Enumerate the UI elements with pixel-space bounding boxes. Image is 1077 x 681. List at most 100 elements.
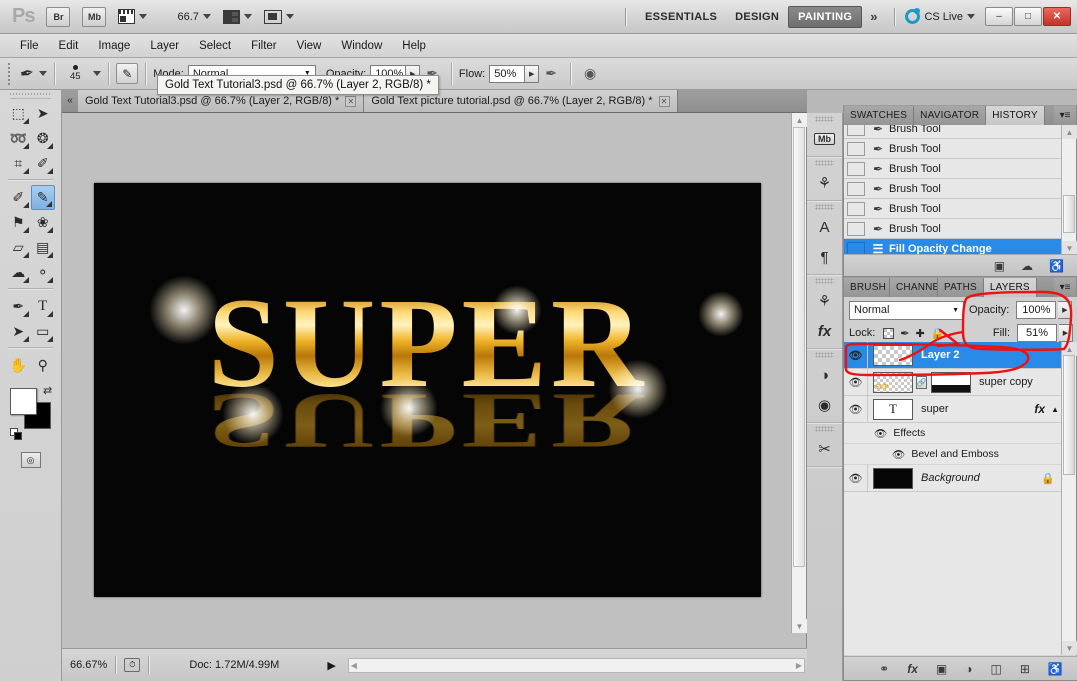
- tool-brush[interactable]: ✎: [30, 185, 55, 210]
- zoom-level-group[interactable]: 66.7: [159, 11, 211, 23]
- tab-channels[interactable]: CHANNE: [890, 278, 938, 297]
- tool-crop[interactable]: ⌗: [6, 151, 31, 176]
- layer-effects-group[interactable]: 👁 Effects: [844, 423, 1063, 444]
- brush-preset-picker[interactable]: 45: [62, 65, 102, 82]
- new-document-from-state-icon[interactable]: ▣: [994, 259, 1005, 273]
- scrollbar-thumb[interactable]: [793, 127, 805, 567]
- canvas-area[interactable]: SUPER SUPER ▲ ▼: [62, 113, 807, 648]
- collapse-panel-icon[interactable]: «: [62, 89, 78, 112]
- tool-history-brush[interactable]: ❀: [31, 210, 56, 235]
- tool-zoom[interactable]: ⚲: [31, 353, 56, 378]
- new-group-icon[interactable]: ◫: [990, 662, 1001, 676]
- color-panel-icon[interactable]: ⚘: [807, 286, 842, 316]
- tool-gradient[interactable]: ▤: [31, 235, 56, 260]
- scroll-down-icon[interactable]: ▼: [1062, 641, 1077, 655]
- tool-path-selection[interactable]: ➤: [6, 319, 31, 344]
- history-state-row[interactable]: ✒ Brush Tool: [844, 179, 1063, 199]
- scroll-up-icon[interactable]: ▲: [1062, 125, 1077, 139]
- mini-bridge-icon[interactable]: Mb: [807, 124, 842, 154]
- tool-marquee[interactable]: ⬚: [6, 101, 31, 126]
- scroll-up-icon[interactable]: ▲: [1062, 342, 1077, 356]
- layers-panel-menu-icon[interactable]: ▾≡: [1054, 278, 1076, 297]
- delete-state-icon[interactable]: ♿: [1049, 259, 1064, 273]
- scroll-down-icon[interactable]: ▼: [1062, 241, 1077, 255]
- layer-opacity-stepper[interactable]: ▶: [1058, 301, 1073, 319]
- maximize-button[interactable]: □: [1014, 7, 1042, 26]
- menu-help[interactable]: Help: [392, 37, 436, 55]
- tool-move[interactable]: ➤: [31, 101, 56, 126]
- cs-live-button[interactable]: CS Live: [905, 8, 975, 24]
- delete-layer-icon[interactable]: ♿: [1048, 662, 1063, 676]
- tool-eyedropper[interactable]: ✐: [31, 151, 56, 176]
- history-snapshot-checkbox[interactable]: [847, 181, 865, 196]
- menu-edit[interactable]: Edit: [49, 37, 89, 55]
- flow-input[interactable]: 50%: [489, 64, 526, 83]
- add-layer-mask-icon[interactable]: ▣: [936, 662, 947, 676]
- lock-transparent-pixels-icon[interactable]: [883, 327, 895, 339]
- history-panel-menu-icon[interactable]: ▾≡: [1054, 106, 1076, 125]
- tool-pen[interactable]: ✒: [6, 294, 31, 319]
- dock-grip[interactable]: [815, 204, 834, 210]
- tool-type[interactable]: T: [31, 294, 56, 319]
- layer-opacity-input[interactable]: 100%: [1016, 301, 1057, 319]
- status-expand-button[interactable]: ▶: [319, 655, 343, 675]
- history-state-row[interactable]: ✒ Brush Tool: [844, 199, 1063, 219]
- menu-window[interactable]: Window: [331, 37, 392, 55]
- toggle-brush-panel-button[interactable]: ✎: [116, 63, 139, 84]
- swap-colors-icon[interactable]: ⇄: [43, 384, 52, 397]
- layer-thumbnail[interactable]: [873, 371, 913, 393]
- layer-thumbnail[interactable]: [873, 467, 913, 489]
- screen-mode-group[interactable]: [263, 9, 294, 24]
- history-snapshot-checkbox[interactable]: [847, 241, 865, 255]
- minimize-button[interactable]: –: [985, 7, 1013, 26]
- effect-visibility-icon[interactable]: 👁: [892, 448, 905, 461]
- menu-layer[interactable]: Layer: [140, 37, 189, 55]
- close-button[interactable]: ✕: [1043, 7, 1071, 26]
- tool-rectangle[interactable]: ▭: [31, 319, 56, 344]
- layer-visibility-icon[interactable]: 👁: [844, 465, 868, 491]
- scroll-up-icon[interactable]: ▲: [792, 113, 807, 127]
- layer-list[interactable]: 👁 Layer 2 👁 🔗 super copy 👁 T super fx ▲ …: [844, 342, 1063, 655]
- menu-view[interactable]: View: [287, 37, 332, 55]
- canvas-horizontal-scrollbar[interactable]: ◀ ▶: [347, 657, 805, 673]
- options-bar-grip[interactable]: [8, 62, 14, 85]
- new-layer-icon[interactable]: ⊞: [1020, 662, 1030, 676]
- history-state-row-selected[interactable]: ☰ Fill Opacity Change: [844, 239, 1063, 255]
- launch-mini-bridge-button[interactable]: Mb: [82, 6, 107, 27]
- dock-grip[interactable]: [815, 116, 834, 122]
- tool-dodge[interactable]: ⚬: [31, 260, 56, 285]
- new-snapshot-icon[interactable]: ☁: [1021, 259, 1033, 273]
- scroll-left-icon[interactable]: ◀: [351, 661, 357, 670]
- layer-row-super[interactable]: 👁 T super fx ▲: [844, 396, 1063, 423]
- flow-pressure-icon[interactable]: ◉: [584, 65, 596, 82]
- history-state-row[interactable]: ✒ Brush Tool: [844, 159, 1063, 179]
- layer-style-icon[interactable]: fx: [907, 662, 918, 676]
- styles-panel-icon[interactable]: fx: [807, 316, 842, 346]
- menu-filter[interactable]: Filter: [241, 37, 287, 55]
- tab-layers[interactable]: LAYERS: [983, 278, 1037, 297]
- toolbox-grip[interactable]: [10, 90, 51, 99]
- adjustments-panel-icon[interactable]: ◑: [807, 360, 842, 390]
- tab-paths[interactable]: PATHS: [938, 278, 984, 297]
- history-state-row[interactable]: ✒ Brush Tool: [844, 139, 1063, 159]
- brush-presets-icon[interactable]: ⚘: [807, 168, 842, 198]
- history-state-row[interactable]: ✒ Brush Tool: [844, 125, 1063, 139]
- layer-mask-thumbnail[interactable]: [931, 371, 971, 393]
- tool-eraser[interactable]: ▱: [6, 235, 31, 260]
- document-canvas[interactable]: SUPER SUPER: [94, 183, 761, 597]
- layer-fill-stepper[interactable]: ▶: [1059, 324, 1073, 342]
- flow-stepper[interactable]: ▶: [525, 64, 540, 83]
- default-colors-icon[interactable]: [10, 428, 23, 441]
- quick-mask-icon[interactable]: ◎: [20, 452, 41, 468]
- layer-fill-input[interactable]: 51%: [1017, 324, 1057, 342]
- layer-visibility-icon[interactable]: 👁: [844, 342, 868, 368]
- launch-bridge-button[interactable]: Br: [46, 6, 71, 27]
- tab-swatches[interactable]: SWATCHES: [844, 106, 915, 125]
- paragraph-panel-icon[interactable]: ¶: [807, 242, 842, 272]
- airbrush-icon[interactable]: ✒: [545, 65, 557, 82]
- layer-effect-bevel-emboss[interactable]: 👁 Bevel and Emboss: [844, 444, 1063, 465]
- workspace-essentials[interactable]: ESSENTIALS: [636, 7, 726, 27]
- history-snapshot-checkbox[interactable]: [847, 161, 865, 176]
- history-snapshot-checkbox[interactable]: [847, 221, 865, 236]
- history-snapshot-checkbox[interactable]: [847, 141, 865, 156]
